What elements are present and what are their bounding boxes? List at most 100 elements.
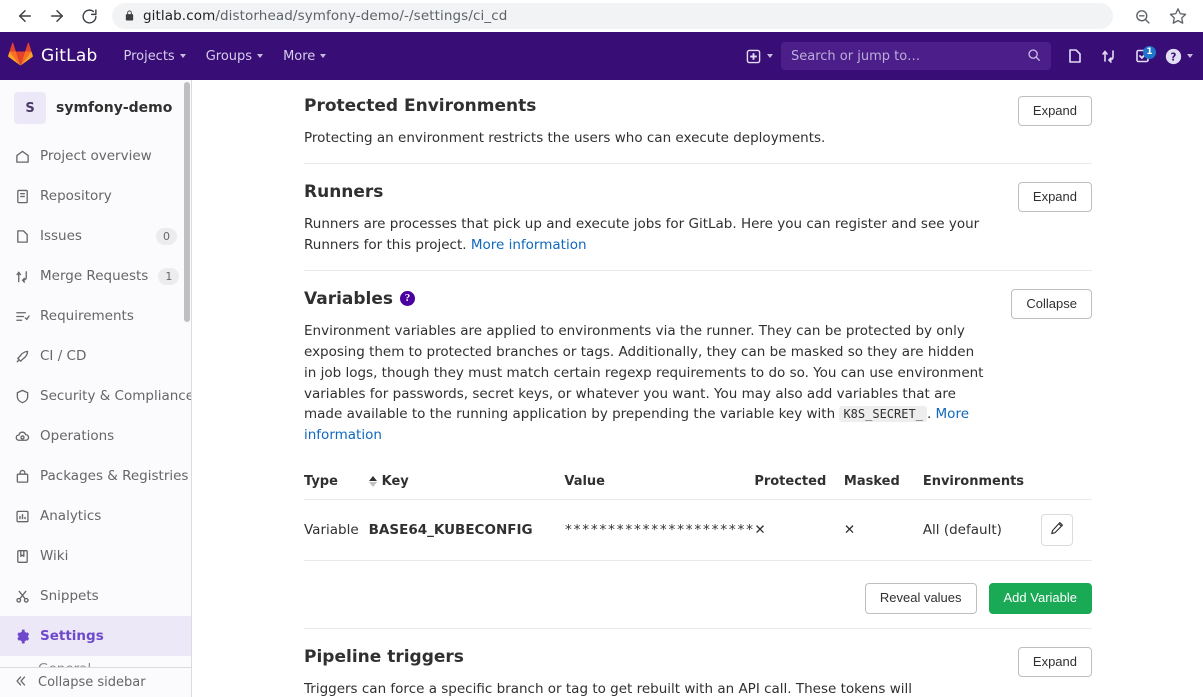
column-header-key-label: Key — [382, 474, 409, 489]
expand-runners-button[interactable]: Expand — [1018, 182, 1092, 212]
project-avatar: S — [14, 92, 46, 124]
sidebar-item-label: Snippets — [40, 588, 177, 604]
requirements-icon — [14, 308, 30, 324]
chevron-down-icon[interactable] — [1187, 54, 1193, 58]
sidebar-item-operations[interactable]: Operations — [0, 416, 191, 456]
section-title-text: Runners — [304, 182, 383, 202]
book-icon — [14, 548, 30, 564]
sidebar-item-label: Project overview — [40, 148, 177, 164]
navbar-item-more[interactable]: More — [273, 43, 336, 70]
help-circle-icon[interactable]: ? — [400, 291, 415, 306]
navbar-right-actions: Search or jump to… 1 ? — [741, 40, 1193, 72]
sidebar-item-label: Operations — [40, 428, 177, 444]
shield-icon — [14, 388, 30, 404]
section-title: Pipeline triggers — [304, 647, 994, 667]
sidebar-item-merge-requests[interactable]: Merge Requests 1 — [0, 256, 191, 296]
column-header-environments[interactable]: Environments — [923, 468, 1041, 500]
rocket-icon — [14, 348, 30, 364]
sidebar-item-project-overview[interactable]: Project overview — [0, 136, 191, 176]
add-variable-button[interactable]: Add Variable — [989, 583, 1092, 613]
chevron-down-icon — [257, 54, 263, 58]
sidebar-project-header[interactable]: S symfony-demo — [0, 80, 191, 136]
cell-key: BASE64_KUBECONFIG — [369, 500, 565, 561]
section-title: Protected Environments — [304, 96, 994, 116]
column-header-protected[interactable]: Protected — [754, 468, 844, 500]
sidebar-item-repository[interactable]: Repository — [0, 176, 191, 216]
navbar-item-groups[interactable]: Groups — [196, 43, 273, 70]
sidebar-item-settings[interactable]: Settings — [0, 616, 191, 656]
sidebar-item-count: 1 — [158, 268, 179, 285]
sidebar-item-label: Security & Compliance — [40, 388, 191, 404]
back-button[interactable] — [10, 1, 40, 31]
merge-request-icon[interactable] — [1093, 40, 1125, 72]
star-icon[interactable] — [1163, 1, 1193, 31]
reveal-values-button[interactable]: Reveal values — [865, 583, 977, 613]
column-header-masked[interactable]: Masked — [844, 468, 923, 500]
browser-toolbar: gitlab.com/distorhead/symfony-demo/-/set… — [0, 0, 1203, 32]
todo-count-badge: 1 — [1143, 46, 1156, 59]
sidebar-scroll-area: S symfony-demo Project overview Reposito… — [0, 80, 191, 667]
forward-button[interactable] — [42, 1, 72, 31]
document-icon — [14, 188, 30, 204]
collapse-variables-button[interactable]: Collapse — [1011, 289, 1092, 319]
sidebar-item-packages-registries[interactable]: Packages & Registries — [0, 456, 191, 496]
navbar-item-projects[interactable]: Projects — [113, 43, 195, 70]
sidebar-scrollbar[interactable] — [184, 82, 190, 322]
expand-pipeline-triggers-button[interactable]: Expand — [1018, 647, 1092, 677]
section-title-text: Variables — [304, 289, 393, 309]
sidebar-item-label: Settings — [40, 628, 177, 644]
sidebar-item-issues[interactable]: Issues 0 — [0, 216, 191, 256]
table-row: Variable BASE64_KUBECONFIG *************… — [304, 500, 1092, 561]
sidebar-subitem-general[interactable]: General — [0, 656, 191, 667]
column-header-key[interactable]: Key — [369, 468, 565, 500]
project-name: symfony-demo — [56, 100, 172, 116]
sidebar-item-requirements[interactable]: Requirements — [0, 296, 191, 336]
issues-icon[interactable] — [1059, 40, 1091, 72]
search-input[interactable]: Search or jump to… — [781, 42, 1051, 70]
k8s-secret-code: K8S_SECRET_ — [839, 406, 926, 422]
cell-type: Variable — [304, 500, 369, 561]
section-title-text: Protected Environments — [304, 96, 536, 116]
section-protected-environments: Protected Environments Protecting an env… — [304, 80, 1092, 164]
section-description-text: Runners are processes that pick up and e… — [304, 216, 979, 253]
url-path: /distorhead/symfony-demo/-/settings/ci_c… — [215, 8, 507, 24]
cell-environments: All (default) — [923, 500, 1041, 561]
package-icon — [14, 468, 30, 484]
column-header-type[interactable]: Type — [304, 468, 369, 500]
gitlab-home-link[interactable]: GitLab — [8, 42, 97, 70]
runners-more-information-link[interactable]: More information — [471, 237, 587, 253]
sidebar-item-label: Packages & Registries — [40, 468, 188, 484]
sidebar-item-wiki[interactable]: Wiki — [0, 536, 191, 576]
section-title: Variables ? — [304, 289, 987, 309]
zoom-out-icon[interactable] — [1127, 1, 1157, 31]
collapse-sidebar-button[interactable]: Collapse sidebar — [0, 667, 191, 697]
column-header-actions — [1041, 468, 1092, 500]
cloud-gear-icon — [14, 428, 30, 444]
column-header-value[interactable]: Value — [564, 468, 754, 500]
sidebar-item-ci-cd[interactable]: CI / CD — [0, 336, 191, 376]
chevron-down-icon — [180, 54, 186, 58]
cell-value: ********************** — [564, 500, 754, 561]
address-bar[interactable]: gitlab.com/distorhead/symfony-demo/-/set… — [112, 3, 1113, 29]
settings-main-content: Protected Environments Protecting an env… — [192, 80, 1203, 697]
sidebar-item-snippets[interactable]: Snippets — [0, 576, 191, 616]
sidebar-item-count: 0 — [156, 228, 177, 245]
sidebar-item-analytics[interactable]: Analytics — [0, 496, 191, 536]
help-circle-icon[interactable]: ? — [1161, 40, 1185, 72]
expand-protected-environments-button[interactable]: Expand — [1018, 96, 1092, 126]
plus-square-icon[interactable] — [741, 40, 765, 72]
edit-variable-button[interactable] — [1041, 514, 1073, 546]
todo-list-icon[interactable]: 1 — [1127, 40, 1159, 72]
app-body: S symfony-demo Project overview Reposito… — [0, 80, 1203, 697]
sidebar-item-security-compliance[interactable]: Security & Compliance — [0, 376, 191, 416]
sidebar-item-label: Merge Requests — [40, 268, 148, 284]
variables-table-actions: Reveal values Add Variable — [304, 583, 1092, 613]
sidebar-item-label: Wiki — [40, 548, 177, 564]
home-icon — [14, 148, 30, 164]
search-placeholder: Search or jump to… — [791, 49, 1027, 64]
gear-icon — [14, 628, 30, 644]
chevron-down-icon[interactable] — [767, 54, 773, 58]
project-sidebar: S symfony-demo Project overview Reposito… — [0, 80, 192, 697]
section-description: Environment variables are applied to env… — [304, 321, 987, 447]
reload-button[interactable] — [74, 1, 104, 31]
